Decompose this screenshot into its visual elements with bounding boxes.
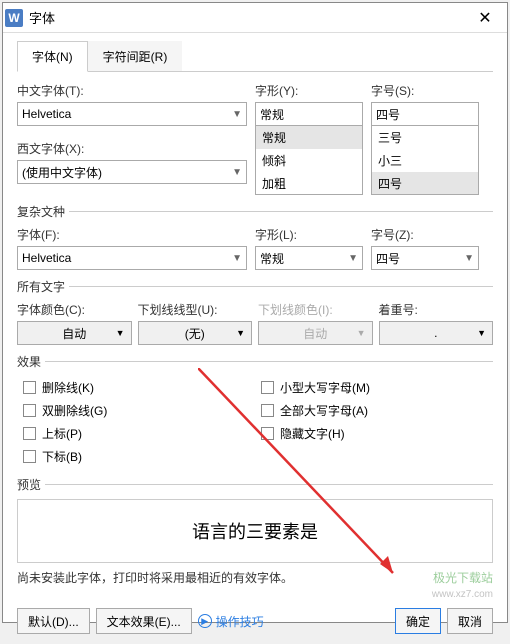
chevron-down-icon: ▼ [232, 109, 242, 120]
font-color-label: 字体颜色(C): [17, 301, 132, 318]
checkbox-icon [23, 427, 36, 440]
tips-link[interactable]: ▶ 操作技巧 [198, 613, 264, 630]
cn-font-value: Helvetica [22, 107, 71, 121]
complex-scripts-title: 复杂文种 [17, 203, 493, 220]
size-option-1[interactable]: 三号 [372, 126, 478, 149]
cx-style-label: 字形(L): [255, 226, 363, 243]
en-font-label: 西文字体(X): [17, 140, 247, 157]
preview-title: 预览 [17, 476, 493, 493]
window-title: 字体 [29, 8, 465, 27]
style-option-bold[interactable]: 加粗 [256, 172, 362, 195]
chevron-down-icon: ▼ [357, 328, 366, 338]
emphasis-label: 着重号: [379, 301, 494, 318]
checkbox-smallcaps[interactable]: 小型大写字母(M) [255, 376, 493, 399]
dialog-footer: 默认(D)... 文本效果(E)... ▶ 操作技巧 确定 取消 [3, 604, 507, 644]
style-listbox[interactable]: 常规 倾斜 加粗 [255, 125, 363, 195]
size-input[interactable]: 四号 [371, 102, 479, 126]
underline-style-dropdown[interactable]: (无)▼ [138, 321, 253, 345]
size-option-2[interactable]: 小三 [372, 149, 478, 172]
checkbox-double-strikethrough[interactable]: 双删除线(G) [17, 399, 255, 422]
checkbox-icon [23, 381, 36, 394]
close-button[interactable]: ✕ [465, 4, 505, 32]
chevron-down-icon: ▼ [232, 167, 242, 178]
checkbox-icon [261, 404, 274, 417]
preview-box: 语言的三要素是 [17, 499, 493, 563]
ok-button[interactable]: 确定 [395, 608, 441, 634]
checkbox-subscript[interactable]: 下标(B) [17, 445, 255, 468]
row-complex: 字体(F): Helvetica ▼ 字形(L): 常规 ▼ 字号(Z): 四号… [17, 226, 493, 270]
en-font-select[interactable]: (使用中文字体) ▼ [17, 160, 247, 184]
cancel-button[interactable]: 取消 [447, 608, 493, 634]
cx-font-select[interactable]: Helvetica ▼ [17, 246, 247, 270]
row-main-fonts: 中文字体(T): Helvetica ▼ 西文字体(X): (使用中文字体) ▼… [17, 82, 493, 195]
effects-title: 效果 [17, 353, 493, 370]
font-color-dropdown[interactable]: 自动▼ [17, 321, 132, 345]
chevron-down-icon: ▼ [236, 328, 245, 338]
play-icon: ▶ [198, 614, 212, 628]
all-text-title: 所有文字 [17, 278, 493, 295]
tab-bar: 字体(N) 字符间距(R) [17, 41, 493, 72]
checkbox-superscript[interactable]: 上标(P) [17, 422, 255, 445]
checkbox-hidden[interactable]: 隐藏文字(H) [255, 422, 493, 445]
titlebar: W 字体 ✕ [3, 3, 507, 33]
app-icon: W [5, 9, 23, 27]
style-label: 字形(Y): [255, 82, 363, 99]
cn-font-label: 中文字体(T): [17, 82, 247, 99]
font-install-note: 尚未安装此字体，打印时将采用最相近的有效字体。 [17, 569, 493, 586]
dialog-body: 字体(N) 字符间距(R) 中文字体(T): Helvetica ▼ 西文字体(… [3, 33, 507, 604]
text-effects-button[interactable]: 文本效果(E)... [96, 608, 192, 634]
chevron-down-icon: ▼ [477, 328, 486, 338]
checkbox-icon [261, 427, 274, 440]
font-dialog: W 字体 ✕ 字体(N) 字符间距(R) 中文字体(T): Helvetica … [2, 2, 508, 623]
checkbox-icon [23, 450, 36, 463]
tab-spacing[interactable]: 字符间距(R) [88, 41, 183, 71]
en-font-value: (使用中文字体) [22, 164, 102, 181]
chevron-down-icon: ▼ [348, 253, 358, 264]
cx-size-select[interactable]: 四号 ▼ [371, 246, 479, 270]
cx-style-select[interactable]: 常规 ▼ [255, 246, 363, 270]
underline-color-dropdown: 自动▼ [258, 321, 373, 345]
underline-color-label: 下划线颜色(I): [258, 301, 373, 318]
emphasis-dropdown[interactable]: .▼ [379, 321, 494, 345]
cx-font-label: 字体(F): [17, 226, 247, 243]
checkbox-icon [261, 381, 274, 394]
size-option-3[interactable]: 四号 [372, 172, 478, 195]
tab-font[interactable]: 字体(N) [17, 41, 88, 72]
size-label: 字号(S): [371, 82, 479, 99]
chevron-down-icon: ▼ [464, 253, 474, 264]
style-input[interactable]: 常规 [255, 102, 363, 126]
cx-size-label: 字号(Z): [371, 226, 479, 243]
checkbox-allcaps[interactable]: 全部大写字母(A) [255, 399, 493, 422]
row-all-text: 字体颜色(C): 自动▼ 下划线线型(U): (无)▼ 下划线颜色(I): 自动… [17, 301, 493, 345]
style-option-italic[interactable]: 倾斜 [256, 149, 362, 172]
chevron-down-icon: ▼ [232, 253, 242, 264]
checkbox-icon [23, 404, 36, 417]
style-option-regular[interactable]: 常规 [256, 126, 362, 149]
underline-style-label: 下划线线型(U): [138, 301, 253, 318]
cn-font-select[interactable]: Helvetica ▼ [17, 102, 247, 126]
size-listbox[interactable]: 三号 小三 四号 [371, 125, 479, 195]
effects-grid: 删除线(K) 双删除线(G) 上标(P) 下标(B) 小型大写字母(M) 全部大… [17, 376, 493, 468]
chevron-down-icon: ▼ [116, 328, 125, 338]
preview-text: 语言的三要素是 [192, 518, 318, 544]
default-button[interactable]: 默认(D)... [17, 608, 90, 634]
checkbox-strikethrough[interactable]: 删除线(K) [17, 376, 255, 399]
